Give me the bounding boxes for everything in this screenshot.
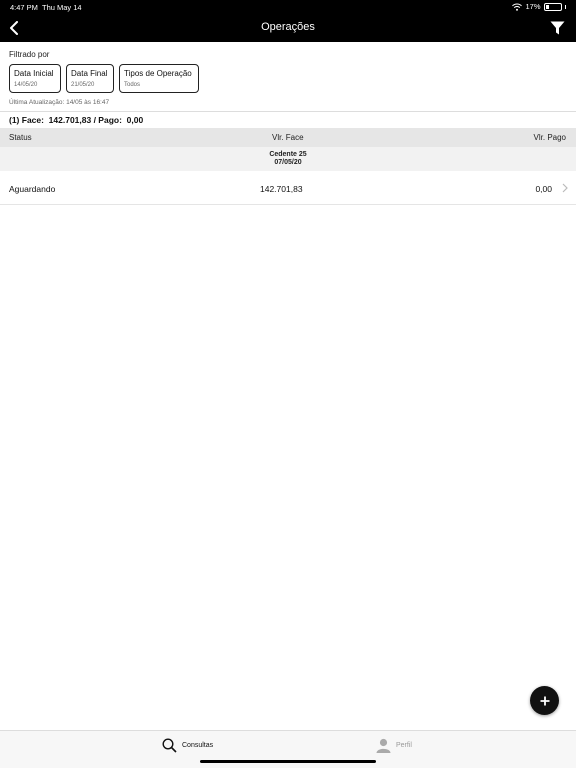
- wifi-icon: [512, 3, 523, 11]
- row-pago: 0,00: [535, 184, 552, 194]
- status-bar: 4:47 PM Thu May 14 17%: [0, 0, 576, 14]
- nav-bar: Operações: [0, 14, 576, 42]
- battery-tip: [564, 4, 566, 9]
- group-name: Cedente 25: [269, 151, 307, 158]
- summary-totals: (1) Face: 142.701,83 / Pago: 0,00: [9, 115, 144, 125]
- column-vlr-pago: Vlr. Pago: [533, 133, 566, 142]
- chip-title: Data Inicial: [14, 69, 54, 78]
- chevron-right-icon: [562, 183, 568, 193]
- tab-label: Consultas: [182, 742, 214, 749]
- tab-perfil[interactable]: Perfil: [376, 738, 412, 753]
- table-row[interactable]: Aguardando 142.701,83 0,00: [0, 172, 576, 205]
- person-icon: [376, 738, 391, 753]
- row-face: 142.701,83: [260, 184, 303, 194]
- battery-percent: 17%: [525, 2, 541, 11]
- column-vlr-face: Vlr. Face: [272, 133, 304, 142]
- tab-label: Perfil: [396, 742, 412, 749]
- divider: [0, 111, 576, 112]
- last-update: Última Atualização: 14/05 às 16:47: [9, 99, 110, 106]
- group-date: 07/05/20: [274, 159, 302, 166]
- page-title: Operações: [261, 21, 315, 33]
- status-time: 4:47 PM: [10, 3, 38, 12]
- battery-icon: [543, 2, 562, 11]
- filter-chip-data-inicial[interactable]: Data Inicial 14/05/20: [9, 64, 61, 93]
- tab-consultas[interactable]: Consultas: [162, 738, 213, 753]
- filter-chip-tipos-operacao[interactable]: Tipos de Operação Todos: [119, 64, 199, 93]
- chip-title: Tipos de Operação: [124, 69, 192, 78]
- search-icon: [162, 738, 177, 753]
- status-date: Thu May 14: [42, 3, 82, 12]
- chip-value: 14/05/20: [14, 82, 38, 88]
- table-header: Status Vlr. Face Vlr. Pago: [0, 128, 576, 147]
- filter-chip-data-final[interactable]: Data Final 21/05/20: [66, 64, 114, 93]
- filter-icon: [550, 21, 564, 35]
- column-status: Status: [9, 133, 32, 142]
- filter-button[interactable]: [548, 19, 566, 37]
- row-status: Aguardando: [9, 184, 56, 194]
- home-indicator: [200, 760, 376, 763]
- filter-label: Filtrado por: [9, 50, 50, 59]
- chip-title: Data Final: [71, 69, 108, 78]
- group-header: Cedente 25 07/05/20: [0, 147, 576, 171]
- status-right: 17%: [512, 2, 566, 11]
- chip-value: Todos: [124, 82, 141, 88]
- chip-value: 21/05/20: [71, 82, 95, 88]
- add-button[interactable]: [530, 686, 559, 715]
- plus-icon: [540, 696, 549, 705]
